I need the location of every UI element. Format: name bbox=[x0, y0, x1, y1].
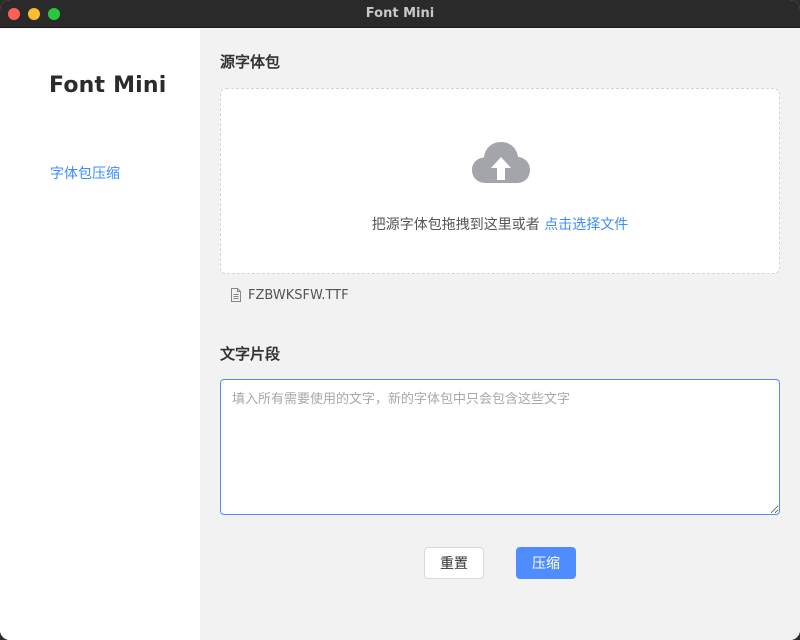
text-snippet-input[interactable] bbox=[220, 379, 780, 515]
window-title: Font Mini bbox=[365, 6, 435, 21]
file-name: FZBWKSFW.TTF bbox=[248, 287, 349, 303]
select-file-link[interactable]: 点击选择文件 bbox=[544, 217, 628, 233]
sidebar-item-font-compress[interactable]: 字体包压缩 bbox=[50, 163, 120, 183]
dropzone-text: 把源字体包拖拽到这里或者 bbox=[371, 217, 540, 233]
cloud-upload-icon bbox=[472, 142, 530, 183]
font-dropzone[interactable]: 把源字体包拖拽到这里或者 点击选择文件 bbox=[220, 88, 780, 274]
app-window: Font Mini Font Mini 字体包压缩 源字体包 把源字体包拖拽到这… bbox=[0, 0, 800, 640]
sidebar: Font Mini 字体包压缩 bbox=[0, 29, 200, 640]
selected-file: FZBWKSFW.TTF bbox=[230, 285, 349, 305]
compress-button[interactable]: 压缩 bbox=[516, 547, 576, 579]
reset-button[interactable]: 重置 bbox=[424, 547, 484, 579]
text-snippet-title: 文字片段 bbox=[220, 345, 281, 363]
document-icon bbox=[231, 288, 241, 302]
main-content: 源字体包 把源字体包拖拽到这里或者 点击选择文件 FZBWKSFW.TTF 文字… bbox=[200, 29, 800, 640]
title-bar: Font Mini bbox=[0, 0, 800, 28]
app-name: Font Mini bbox=[49, 73, 167, 98]
source-font-title: 源字体包 bbox=[220, 53, 281, 71]
dropzone-hint: 把源字体包拖拽到这里或者 点击选择文件 bbox=[221, 214, 779, 234]
